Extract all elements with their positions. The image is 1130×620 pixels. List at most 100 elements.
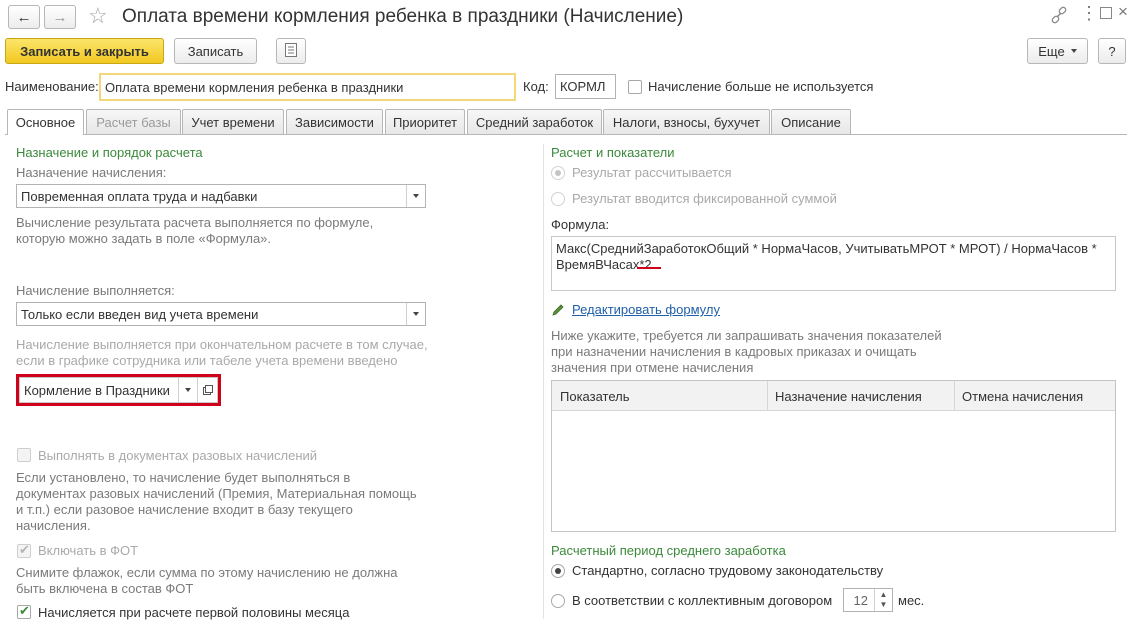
document-list-icon xyxy=(285,42,297,60)
edit-formula-link[interactable]: Редактировать формулу xyxy=(572,302,720,317)
tab-dependencies[interactable]: Зависимости xyxy=(286,109,383,134)
radio-result-calculated[interactable] xyxy=(551,166,565,180)
open-icon[interactable] xyxy=(197,378,217,402)
indicators-hint-line: Ниже укажите, требуется ли запрашивать з… xyxy=(551,328,942,343)
performed-hint-line: если в графике сотрудника или табеле уче… xyxy=(16,353,398,368)
fot-hint-line: Снимите флажок, если сумма по этому начи… xyxy=(16,565,398,580)
pencil-icon xyxy=(551,303,565,320)
one-time-hint-line: и т.п.) если разовое начисление входит в… xyxy=(16,502,353,517)
include-fot-label: Включать в ФОТ xyxy=(38,543,139,558)
purpose-hint-line: которую можно задать в поле «Формула». xyxy=(16,231,272,246)
first-half-checkbox[interactable]: ✔ xyxy=(17,603,31,619)
avg-period-title: Расчетный период среднего заработка xyxy=(551,543,786,558)
fot-hint-line: быть включена в состав ФОТ xyxy=(16,581,194,596)
performed-label: Начисление выполняется: xyxy=(16,283,175,298)
left-section-title: Назначение и порядок расчета xyxy=(16,145,203,160)
one-time-docs-checkbox[interactable] xyxy=(17,448,31,462)
performed-hint-line: Начисление выполняется при окончательном… xyxy=(16,337,428,352)
purpose-label: Назначение начисления: xyxy=(16,165,167,180)
months-unit: мес. xyxy=(898,593,925,608)
formula-red-underline xyxy=(637,267,661,269)
arrow-right-icon: → xyxy=(52,8,68,26)
code-label: Код: xyxy=(523,79,549,94)
tab-description[interactable]: Описание xyxy=(771,109,851,134)
performed-value: Только если введен вид учета времени xyxy=(21,306,259,322)
radio-standard-label: Стандартно, согласно трудовому законодат… xyxy=(572,563,884,578)
save-and-close-button[interactable]: Записать и закрыть xyxy=(5,38,164,64)
purpose-hint-line: Вычисление результата расчета выполняетс… xyxy=(16,215,374,230)
radio-standard[interactable] xyxy=(551,564,565,578)
tab-panel-border xyxy=(5,134,1127,135)
name-field[interactable]: Оплата времени кормления ребенка в празд… xyxy=(99,73,516,101)
indicators-hint-line: при назначении начисления в кадровых при… xyxy=(551,344,917,359)
more-button[interactable]: Еще xyxy=(1027,38,1088,64)
radio-result-calculated-label: Результат рассчитывается xyxy=(572,165,732,180)
dropdown-icon[interactable] xyxy=(406,185,425,207)
formula-label: Формула: xyxy=(551,217,610,232)
table-header: Показатель Назначение начисления Отмена … xyxy=(552,381,1115,411)
purpose-value: Повременная оплата труда и надбавки xyxy=(21,188,258,204)
more-label: Еще xyxy=(1038,43,1065,59)
indicators-table[interactable]: Показатель Назначение начисления Отмена … xyxy=(551,380,1116,532)
column-divider xyxy=(767,381,768,411)
formula-line: ВремяВЧасах*2 xyxy=(556,257,1111,273)
purpose-select[interactable]: Повременная оплата труда и надбавки xyxy=(16,184,426,208)
one-time-docs-hint: Если установлено, то начисление будет вы… xyxy=(16,470,417,534)
column-header-cancellation[interactable]: Отмена начисления xyxy=(962,389,1083,404)
formula-multiplier: *2 xyxy=(639,257,652,272)
include-fot-checkbox[interactable]: ✔ xyxy=(17,542,31,558)
purpose-hint: Вычисление результата расчета выполняетс… xyxy=(16,215,373,247)
performed-select[interactable]: Только если введен вид учета времени xyxy=(16,302,426,326)
first-half-label: Начисляется при расчете первой половины … xyxy=(38,605,350,620)
link-icon[interactable] xyxy=(1050,6,1068,27)
time-type-select[interactable]: Кормление в Праздники xyxy=(19,377,218,403)
one-time-hint-line: начисления. xyxy=(16,518,91,533)
unused-checkbox[interactable] xyxy=(628,80,642,94)
forward-button[interactable]: → xyxy=(44,5,76,29)
chevron-down-icon xyxy=(1070,49,1077,53)
radio-result-fixed[interactable] xyxy=(551,192,565,206)
months-value: 12 xyxy=(853,592,868,608)
save-button[interactable]: Записать xyxy=(174,38,257,64)
radio-collective[interactable] xyxy=(551,594,565,608)
dropdown-icon[interactable] xyxy=(178,378,196,402)
maximize-icon[interactable] xyxy=(1100,7,1112,19)
unused-label: Начисление больше не используется xyxy=(648,79,874,94)
right-section-title: Расчет и показатели xyxy=(551,145,675,160)
arrow-left-icon: ← xyxy=(16,8,32,26)
column-header-indicator[interactable]: Показатель xyxy=(560,389,630,404)
column-header-assignment[interactable]: Назначение начисления xyxy=(775,389,922,404)
back-button[interactable]: ← xyxy=(8,5,40,29)
time-type-value: Кормление в Праздники xyxy=(24,382,170,398)
indicators-hint: Ниже укажите, требуется ли запрашивать з… xyxy=(551,328,942,376)
checkmark-icon: ✔ xyxy=(19,542,30,557)
tab-time-accounting[interactable]: Учет времени xyxy=(182,109,284,134)
months-stepper[interactable]: 12 ▲ ▼ xyxy=(843,588,893,612)
more-vertical-icon[interactable]: ⋮ xyxy=(1080,4,1098,22)
close-icon[interactable]: × xyxy=(1118,2,1128,22)
column-divider xyxy=(954,381,955,411)
tab-base-calc[interactable]: Расчет базы xyxy=(86,109,181,134)
star-icon[interactable]: ☆ xyxy=(88,3,108,29)
formula-field[interactable]: Макс(СреднийЗаработокОбщий * НормаЧасов,… xyxy=(551,236,1116,291)
report-button[interactable] xyxy=(276,38,306,64)
one-time-hint-line: документах разовых начислений (Премия, М… xyxy=(16,486,417,501)
stepper-arrows-icon[interactable]: ▲ ▼ xyxy=(874,589,892,611)
one-time-hint-line: Если установлено, то начисление будет вы… xyxy=(16,470,351,485)
code-field[interactable]: КОРМЛ xyxy=(555,74,616,99)
tab-average-earnings[interactable]: Средний заработок xyxy=(467,109,602,134)
window-title: Оплата времени кормления ребенка в празд… xyxy=(122,6,684,27)
tab-priority[interactable]: Приоритет xyxy=(385,109,465,134)
formula-text: ВремяВЧасах xyxy=(556,257,640,272)
include-fot-hint: Снимите флажок, если сумма по этому начи… xyxy=(16,565,397,597)
help-button[interactable]: ? xyxy=(1098,38,1126,64)
dropdown-icon[interactable] xyxy=(406,303,425,325)
radio-collective-label: В соответствии с коллективным договором xyxy=(572,593,833,608)
one-time-docs-label: Выполнять в документах разовых начислени… xyxy=(38,448,318,463)
performed-hint: Начисление выполняется при окончательном… xyxy=(16,337,428,369)
radio-result-fixed-label: Результат вводится фиксированной суммой xyxy=(572,191,837,206)
checkmark-icon: ✔ xyxy=(19,603,30,618)
formula-line: Макс(СреднийЗаработокОбщий * НормаЧасов,… xyxy=(556,241,1097,256)
tab-taxes[interactable]: Налоги, взносы, бухучет xyxy=(603,109,770,134)
tab-main[interactable]: Основное xyxy=(7,109,84,135)
